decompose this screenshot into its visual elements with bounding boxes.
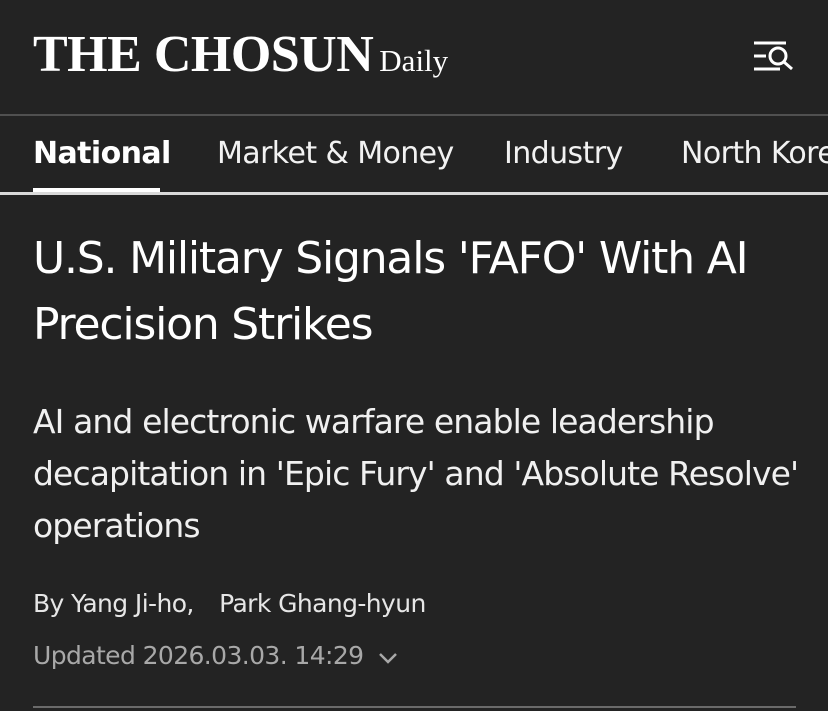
author-link-1[interactable]: Yang Ji-ho, (71, 589, 194, 618)
section-tabs: National Market & Money Industry North K… (0, 116, 828, 192)
menu-search-button[interactable] (752, 36, 796, 76)
tab-national[interactable]: National (33, 134, 171, 174)
updated-timestamp: Updated 2026.03.03. 14:29 (33, 638, 399, 675)
byline: By Yang Ji-ho, Park Ghang-hyun (33, 586, 426, 622)
updated-datetime: 2026.03.03. 14:29 (142, 641, 364, 670)
chevron-down-icon[interactable] (377, 639, 399, 675)
tabs-divider (0, 192, 828, 195)
updated-label: Updated (33, 641, 136, 670)
byline-prefix: By (33, 589, 64, 618)
author-link-2[interactable]: Park Ghang-hyun (219, 589, 426, 618)
logo-sub-text: Daily (379, 43, 449, 78)
tab-industry[interactable]: Industry (504, 134, 623, 174)
article-headline: U.S. Military Signals 'FAFO' With AI Pre… (33, 233, 749, 350)
tab-north-korea[interactable]: North Korea (681, 134, 828, 174)
tab-market-money[interactable]: Market & Money (217, 134, 454, 174)
byline-divider (33, 706, 796, 708)
site-header: THE CHOSUN Daily (0, 0, 828, 114)
article-subheadline: AI and electronic warfare enable leaders… (33, 402, 799, 545)
site-logo[interactable]: THE CHOSUN Daily (33, 28, 448, 88)
menu-search-icon (752, 36, 796, 76)
logo-main-text: THE CHOSUN (33, 26, 374, 83)
